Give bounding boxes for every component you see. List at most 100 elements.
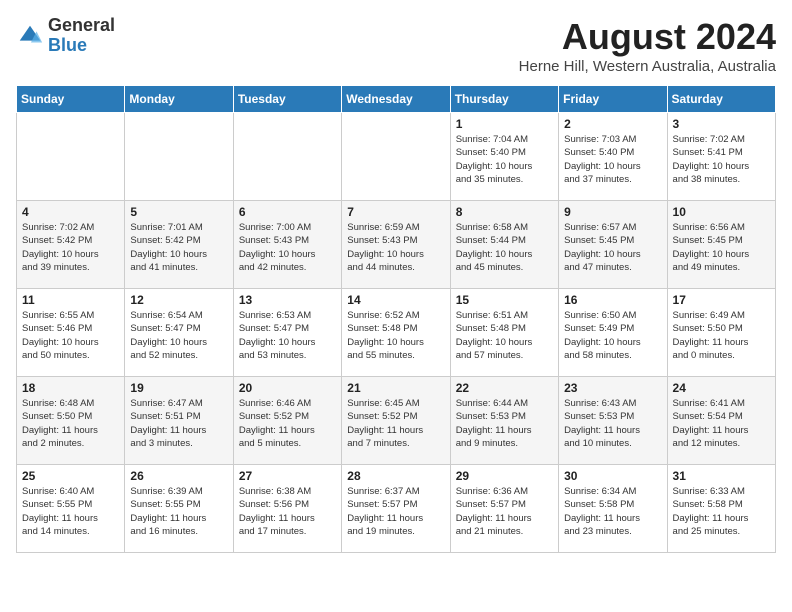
calendar-cell: 19 Sunrise: 6:47 AM Sunset: 5:51 PM Dayli…: [125, 377, 233, 465]
day-info: Sunrise: 6:39 AM Sunset: 5:55 PM Dayligh…: [130, 485, 227, 538]
calendar-cell: 22 Sunrise: 6:44 AM Sunset: 5:53 PM Dayli…: [450, 377, 558, 465]
day-number: 4: [22, 205, 119, 219]
day-info: Sunrise: 6:34 AM Sunset: 5:58 PM Dayligh…: [564, 485, 661, 538]
day-info: Sunrise: 6:56 AM Sunset: 5:45 PM Dayligh…: [673, 221, 770, 274]
day-number: 28: [347, 469, 444, 483]
logo-icon: [16, 22, 44, 50]
day-info: Sunrise: 6:54 AM Sunset: 5:47 PM Dayligh…: [130, 309, 227, 362]
day-info: Sunrise: 6:38 AM Sunset: 5:56 PM Dayligh…: [239, 485, 336, 538]
day-info: Sunrise: 7:01 AM Sunset: 5:42 PM Dayligh…: [130, 221, 227, 274]
calendar-cell: 30 Sunrise: 6:34 AM Sunset: 5:58 PM Dayli…: [559, 465, 667, 553]
day-info: Sunrise: 6:48 AM Sunset: 5:50 PM Dayligh…: [22, 397, 119, 450]
calendar-week-2: 4Sunrise: 7:02 AM Sunset: 5:42 PM Daylig…: [17, 201, 776, 289]
logo: General Blue: [16, 16, 115, 56]
day-info: Sunrise: 6:49 AM Sunset: 5:50 PM Dayligh…: [673, 309, 770, 362]
calendar-cell: [17, 113, 125, 201]
calendar-cell: 21 Sunrise: 6:45 AM Sunset: 5:52 PM Dayli…: [342, 377, 450, 465]
day-number: 15: [456, 293, 553, 307]
calendar-cell: 11 Sunrise: 6:55 AM Sunset: 5:46 PM Dayli…: [17, 289, 125, 377]
day-header-thursday: Thursday: [450, 86, 558, 113]
day-number: 26: [130, 469, 227, 483]
calendar-cell: [342, 113, 450, 201]
day-number: 31: [673, 469, 770, 483]
day-info: Sunrise: 6:57 AM Sunset: 5:45 PM Dayligh…: [564, 221, 661, 274]
day-number: 17: [673, 293, 770, 307]
day-info: Sunrise: 7:00 AM Sunset: 5:43 PM Dayligh…: [239, 221, 336, 274]
day-number: 30: [564, 469, 661, 483]
calendar-cell: [125, 113, 233, 201]
calendar-cell: 3Sunrise: 7:02 AM Sunset: 5:41 PM Daylig…: [667, 113, 775, 201]
calendar-cell: 10Sunrise: 6:56 AM Sunset: 5:45 PM Dayli…: [667, 201, 775, 289]
days-header-row: SundayMondayTuesdayWednesdayThursdayFrid…: [17, 86, 776, 113]
day-number: 2: [564, 117, 661, 131]
day-number: 9: [564, 205, 661, 219]
calendar-cell: 25Sunrise: 6:40 AM Sunset: 5:55 PM Dayli…: [17, 465, 125, 553]
day-number: 13: [239, 293, 336, 307]
day-number: 21: [347, 381, 444, 395]
day-info: Sunrise: 6:33 AM Sunset: 5:58 PM Dayligh…: [673, 485, 770, 538]
calendar-cell: 29 Sunrise: 6:36 AM Sunset: 5:57 PM Dayli…: [450, 465, 558, 553]
day-number: 1: [456, 117, 553, 131]
day-number: 29: [456, 469, 553, 483]
logo-blue-text: Blue: [48, 36, 115, 56]
month-title: August 2024: [519, 16, 776, 58]
day-header-saturday: Saturday: [667, 86, 775, 113]
calendar-cell: 5 Sunrise: 7:01 AM Sunset: 5:42 PM Daylig…: [125, 201, 233, 289]
calendar-cell: 17 Sunrise: 6:49 AM Sunset: 5:50 PM Dayli…: [667, 289, 775, 377]
day-number: 8: [456, 205, 553, 219]
day-info: Sunrise: 6:50 AM Sunset: 5:49 PM Dayligh…: [564, 309, 661, 362]
day-number: 19: [130, 381, 227, 395]
day-number: 24: [673, 381, 770, 395]
day-info: Sunrise: 6:45 AM Sunset: 5:52 PM Dayligh…: [347, 397, 444, 450]
day-header-wednesday: Wednesday: [342, 86, 450, 113]
calendar-week-3: 11 Sunrise: 6:55 AM Sunset: 5:46 PM Dayli…: [17, 289, 776, 377]
calendar-cell: 1 Sunrise: 7:04 AM Sunset: 5:40 PM Daylig…: [450, 113, 558, 201]
calendar-cell: 13 Sunrise: 6:53 AM Sunset: 5:47 PM Dayli…: [233, 289, 341, 377]
calendar-cell: 26 Sunrise: 6:39 AM Sunset: 5:55 PM Dayli…: [125, 465, 233, 553]
day-info: Sunrise: 6:59 AM Sunset: 5:43 PM Dayligh…: [347, 221, 444, 274]
calendar-cell: 9 Sunrise: 6:57 AM Sunset: 5:45 PM Daylig…: [559, 201, 667, 289]
day-info: Sunrise: 6:44 AM Sunset: 5:53 PM Dayligh…: [456, 397, 553, 450]
day-number: 12: [130, 293, 227, 307]
calendar-cell: 8 Sunrise: 6:58 AM Sunset: 5:44 PM Daylig…: [450, 201, 558, 289]
day-header-monday: Monday: [125, 86, 233, 113]
calendar-cell: 4Sunrise: 7:02 AM Sunset: 5:42 PM Daylig…: [17, 201, 125, 289]
calendar-cell: [233, 113, 341, 201]
day-number: 7: [347, 205, 444, 219]
day-info: Sunrise: 6:52 AM Sunset: 5:48 PM Dayligh…: [347, 309, 444, 362]
day-header-tuesday: Tuesday: [233, 86, 341, 113]
calendar-cell: 31 Sunrise: 6:33 AM Sunset: 5:58 PM Dayli…: [667, 465, 775, 553]
calendar-cell: 2 Sunrise: 7:03 AM Sunset: 5:40 PM Daylig…: [559, 113, 667, 201]
day-info: Sunrise: 6:55 AM Sunset: 5:46 PM Dayligh…: [22, 309, 119, 362]
day-number: 20: [239, 381, 336, 395]
calendar-week-5: 25Sunrise: 6:40 AM Sunset: 5:55 PM Dayli…: [17, 465, 776, 553]
day-number: 22: [456, 381, 553, 395]
day-info: Sunrise: 6:37 AM Sunset: 5:57 PM Dayligh…: [347, 485, 444, 538]
day-info: Sunrise: 6:41 AM Sunset: 5:54 PM Dayligh…: [673, 397, 770, 450]
day-info: Sunrise: 6:47 AM Sunset: 5:51 PM Dayligh…: [130, 397, 227, 450]
day-number: 5: [130, 205, 227, 219]
day-number: 11: [22, 293, 119, 307]
calendar-cell: 27 Sunrise: 6:38 AM Sunset: 5:56 PM Dayli…: [233, 465, 341, 553]
calendar-cell: 15 Sunrise: 6:51 AM Sunset: 5:48 PM Dayli…: [450, 289, 558, 377]
location-subtitle: Herne Hill, Western Australia, Australia: [519, 58, 776, 75]
calendar-cell: 23Sunrise: 6:43 AM Sunset: 5:53 PM Dayli…: [559, 377, 667, 465]
day-info: Sunrise: 7:03 AM Sunset: 5:40 PM Dayligh…: [564, 133, 661, 186]
day-info: Sunrise: 7:02 AM Sunset: 5:41 PM Dayligh…: [673, 133, 770, 186]
day-number: 6: [239, 205, 336, 219]
calendar-table: SundayMondayTuesdayWednesdayThursdayFrid…: [16, 85, 776, 553]
day-info: Sunrise: 6:46 AM Sunset: 5:52 PM Dayligh…: [239, 397, 336, 450]
day-info: Sunrise: 6:40 AM Sunset: 5:55 PM Dayligh…: [22, 485, 119, 538]
title-block: August 2024 Herne Hill, Western Australi…: [519, 16, 776, 75]
calendar-cell: 12 Sunrise: 6:54 AM Sunset: 5:47 PM Dayli…: [125, 289, 233, 377]
day-info: Sunrise: 6:53 AM Sunset: 5:47 PM Dayligh…: [239, 309, 336, 362]
day-info: Sunrise: 6:51 AM Sunset: 5:48 PM Dayligh…: [456, 309, 553, 362]
calendar-cell: 28 Sunrise: 6:37 AM Sunset: 5:57 PM Dayli…: [342, 465, 450, 553]
day-info: Sunrise: 6:58 AM Sunset: 5:44 PM Dayligh…: [456, 221, 553, 274]
day-info: Sunrise: 6:36 AM Sunset: 5:57 PM Dayligh…: [456, 485, 553, 538]
day-info: Sunrise: 6:43 AM Sunset: 5:53 PM Dayligh…: [564, 397, 661, 450]
logo-general-text: General: [48, 16, 115, 36]
day-number: 14: [347, 293, 444, 307]
day-info: Sunrise: 7:04 AM Sunset: 5:40 PM Dayligh…: [456, 133, 553, 186]
day-number: 27: [239, 469, 336, 483]
